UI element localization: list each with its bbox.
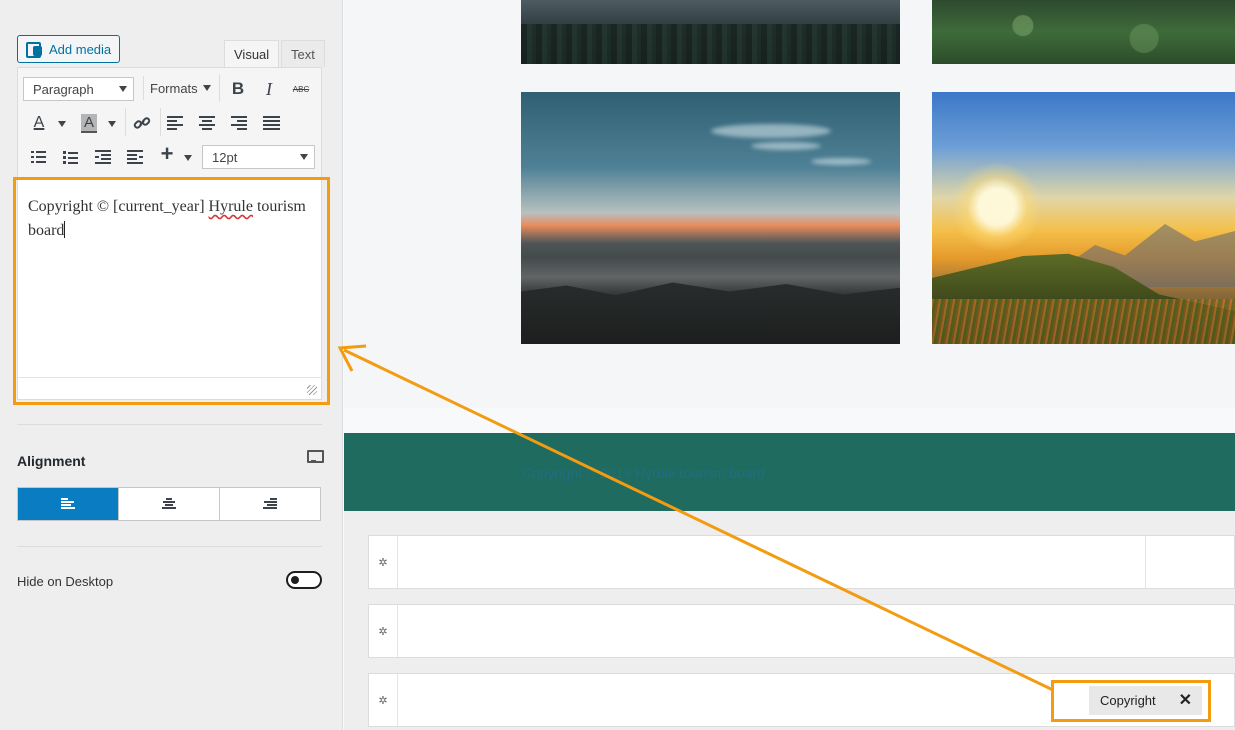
row-column-divider xyxy=(1145,536,1146,588)
builder-row[interactable]: ✲ xyxy=(368,604,1235,658)
align-left-icon[interactable] xyxy=(162,110,188,136)
link-icon-svg xyxy=(133,117,151,129)
align-left-button[interactable] xyxy=(18,488,119,520)
alignment-button-group xyxy=(17,487,321,521)
footer-band[interactable] xyxy=(344,433,1235,511)
editor-toolbar: Paragraph Formats B I ABC A A + 12pt xyxy=(17,67,322,178)
editor-statusbar xyxy=(18,377,321,399)
insert-icon[interactable]: + xyxy=(154,141,180,167)
align-right-button[interactable] xyxy=(220,488,320,520)
site-preview: Copyright © 2019 Hyrule tourism board ✲ … xyxy=(344,0,1235,730)
editor-text-part1: Copyright © [current_year] xyxy=(28,198,209,215)
background-color-icon[interactable]: A xyxy=(76,110,102,136)
tab-text[interactable]: Text xyxy=(281,40,325,67)
paragraph-select[interactable]: Paragraph xyxy=(23,77,134,101)
paragraph-select-value: Paragraph xyxy=(33,81,94,97)
divider xyxy=(17,424,322,425)
link-icon[interactable] xyxy=(129,110,155,136)
row-settings-icon[interactable]: ✲ xyxy=(369,536,398,588)
align-right-icon xyxy=(263,498,277,510)
hide-on-desktop-label: Hide on Desktop xyxy=(17,574,114,589)
gallery-image-golden-hilltop xyxy=(932,92,1235,344)
font-size-select[interactable]: 12pt xyxy=(202,145,315,169)
italic-icon[interactable]: I xyxy=(256,76,282,102)
add-media-icon xyxy=(26,41,43,58)
alignment-title: Alignment xyxy=(17,453,86,469)
formats-label: Formats xyxy=(150,80,198,96)
resize-handle-icon[interactable] xyxy=(307,385,317,395)
gallery-image-green-hills xyxy=(932,0,1235,64)
row-settings-icon[interactable]: ✲ xyxy=(369,605,398,657)
misspelled-word: Hyrule xyxy=(208,198,253,215)
row-settings-icon[interactable]: ✲ xyxy=(369,674,398,726)
chevron-down-icon[interactable] xyxy=(58,121,66,127)
gallery-image-forest-mountain xyxy=(521,0,900,64)
copyright-widget-chip[interactable]: Copyright ✕ xyxy=(1089,686,1202,715)
strikethrough-icon[interactable]: ABC xyxy=(288,76,314,102)
footer-copyright-text[interactable]: Copyright © 2019 Hyrule tourism board xyxy=(522,465,765,481)
chevron-down-icon xyxy=(300,154,308,160)
add-media-button[interactable]: Add media xyxy=(17,35,121,63)
desktop-monitor-icon[interactable] xyxy=(307,450,324,463)
builder-row[interactable]: ✲ xyxy=(368,535,1235,589)
ordered-list-icon[interactable] xyxy=(26,144,52,170)
align-center-icon[interactable] xyxy=(194,110,220,136)
divider xyxy=(17,546,322,547)
align-right-icon[interactable] xyxy=(226,110,252,136)
hide-on-desktop-toggle[interactable] xyxy=(286,571,322,589)
align-center-icon xyxy=(162,498,176,510)
chevron-down-icon xyxy=(119,86,127,92)
bullet-list-icon[interactable] xyxy=(58,144,84,170)
gallery-section xyxy=(344,0,1235,408)
add-media-label: Add media xyxy=(49,41,112,57)
chevron-down-icon xyxy=(202,85,211,91)
gallery-image-sunset-clouds xyxy=(521,92,900,344)
chevron-down-icon[interactable] xyxy=(108,121,116,127)
indent-icon[interactable] xyxy=(122,144,148,170)
close-icon[interactable]: ✕ xyxy=(1179,690,1192,710)
align-center-button[interactable] xyxy=(119,488,220,520)
rich-text-editor[interactable]: Copyright © [current_year] Hyrule touris… xyxy=(17,178,322,400)
outdent-icon[interactable] xyxy=(90,144,116,170)
align-left-icon xyxy=(61,498,75,510)
editor-content[interactable]: Copyright © [current_year] Hyrule touris… xyxy=(28,195,308,243)
font-size-select-value: 12pt xyxy=(212,149,238,165)
formats-menu-button[interactable]: Formats xyxy=(143,76,211,100)
text-color-icon[interactable]: A xyxy=(26,110,52,136)
copyright-chip-label: Copyright xyxy=(1100,693,1156,708)
background-color-glyph: A xyxy=(80,113,97,133)
bold-icon[interactable]: B xyxy=(225,76,251,102)
tab-visual[interactable]: Visual xyxy=(224,40,280,67)
align-justify-icon[interactable] xyxy=(258,110,284,136)
customizer-sidebar: Add media Visual Text Paragraph Formats … xyxy=(0,0,343,730)
text-cursor xyxy=(64,221,66,238)
chevron-down-icon[interactable] xyxy=(184,155,192,161)
